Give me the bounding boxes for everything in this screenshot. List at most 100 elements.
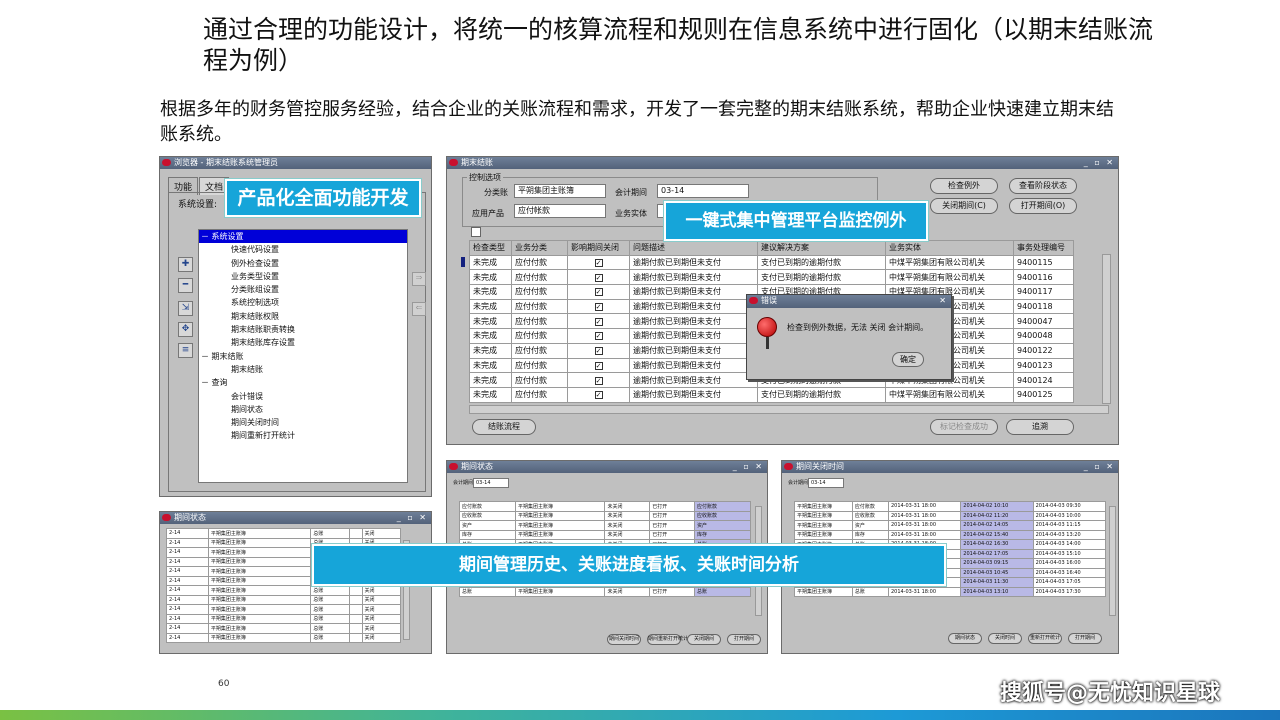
table-cell[interactable]: 应付付款 (511, 386, 568, 403)
table-cell[interactable]: 2014-04-03 16:40 (1032, 567, 1107, 578)
table-cell[interactable]: 逾期付款已到期但未支付 (629, 298, 758, 315)
table-cell[interactable]: 应付付款 (511, 357, 568, 374)
table-cell[interactable]: 平朔集团主账簿 (207, 604, 312, 615)
table-cell[interactable]: 9400118 (1013, 298, 1074, 315)
table-cell[interactable]: 应付付款 (511, 284, 568, 300)
table-cell[interactable]: 未关闭 (604, 520, 651, 531)
table-cell[interactable]: 未关闭 (604, 586, 651, 597)
table-cell[interactable]: 平朔集团主账簿 (207, 632, 312, 643)
table-cell[interactable]: 2-14 (166, 556, 209, 567)
table-cell[interactable]: 9400125 (1013, 386, 1074, 403)
table-cell[interactable]: 平朔集团主账簿 (794, 520, 853, 531)
table-cell[interactable]: 逾期付款已到期但未支付 (629, 284, 758, 300)
table-cell[interactable]: 2014-04-03 09:30 (1032, 501, 1107, 512)
table-cell[interactable]: 已打开 (649, 510, 695, 521)
checkbox-checked[interactable]: ✓ (594, 288, 603, 297)
impact-close-checkbox-cell[interactable]: ✓ (567, 298, 630, 315)
table-cell[interactable]: 2014-04-03 15:10 (1032, 548, 1107, 559)
table-cell[interactable]: 库存 (694, 529, 751, 540)
table-cell[interactable]: 2-14 (166, 594, 209, 605)
tree-node[interactable]: 期间状态 (199, 403, 407, 416)
table-cell[interactable]: 9400047 (1013, 313, 1074, 330)
table-cell[interactable]: 2014-04-03 13:20 (1032, 529, 1107, 540)
close-icon[interactable]: ✕ (939, 295, 948, 307)
table-cell[interactable]: 平朔集团主账簿 (794, 529, 853, 540)
impact-close-checkbox-cell[interactable]: ✓ (567, 328, 630, 344)
window-button[interactable]: 打开期间 (1068, 633, 1102, 644)
table-cell[interactable]: 2014-03-31 18:00 (887, 586, 962, 597)
table-cell[interactable]: 应付账款 (694, 501, 751, 512)
table-cell[interactable]: 未完成 (469, 254, 512, 271)
table-cell[interactable]: 逾期付款已到期但未支付 (629, 328, 758, 344)
table-row[interactable]: 总账平朔集团主账簿未关闭已打开总账 (459, 586, 751, 597)
close-time-scrollbar[interactable] (1109, 506, 1116, 616)
table-cell[interactable]: 未完成 (469, 342, 512, 359)
impact-close-checkbox-cell[interactable]: ✓ (567, 269, 630, 286)
table-cell[interactable]: 已打开 (649, 586, 695, 597)
error-dialog-title-bar[interactable]: 错误 ✕ (747, 295, 951, 308)
table-cell[interactable]: 平朔集团主账簿 (514, 520, 606, 531)
checkbox-checked[interactable]: ✓ (594, 361, 603, 370)
table-cell[interactable]: 2014-04-03 10:45 (960, 567, 1034, 578)
table-row[interactable]: 2-14平朔集团主账簿总账关闭 (166, 585, 402, 596)
table-cell[interactable]: 逾期付款已到期但未支付 (629, 313, 758, 330)
table-cell[interactable]: 平朔集团主账簿 (207, 537, 312, 548)
table-cell[interactable]: 资产 (851, 520, 889, 531)
impact-close-checkbox-cell[interactable]: ✓ (567, 357, 630, 374)
tree-node[interactable]: 分类账组设置 (199, 283, 407, 296)
window-button[interactable]: 打开期间 (727, 634, 761, 645)
window-button[interactable]: 期间关闭时间 (607, 634, 641, 645)
table-cell[interactable]: 平朔集团主账簿 (794, 501, 853, 512)
table-cell[interactable]: 2014-04-03 10:00 (1032, 510, 1107, 521)
table-cell[interactable]: 未完成 (469, 313, 512, 330)
history-title-bar[interactable]: 期间状态 _ ▫ ✕ (160, 512, 431, 524)
add-to-top-button[interactable]: ⇒ (412, 272, 426, 286)
table-cell[interactable]: 已打开 (649, 501, 695, 512)
table-row[interactable]: 2-14平朔集团主账簿总账关闭 (166, 604, 402, 615)
table-cell[interactable]: 平朔集团主账簿 (794, 510, 853, 521)
table-row[interactable]: 资产 平朔集团主账簿 未关闭 已打开 资产 (459, 520, 751, 531)
table-cell[interactable]: 应付付款 (511, 298, 568, 315)
table-cell[interactable]: 支付已到期的逾期付款 (757, 269, 886, 286)
table-cell[interactable]: 逾期付款已到期但未支付 (629, 342, 758, 359)
table-cell[interactable]: 关闭 (361, 613, 402, 624)
table-cell[interactable]: 平朔集团主账簿 (514, 501, 606, 512)
period-close-title-bar[interactable]: 期末结账 _ ▫ ✕ (447, 157, 1118, 169)
impact-close-checkbox-cell[interactable]: ✓ (567, 372, 630, 388)
table-row[interactable]: 未完成应付付款 ✓ 逾期付款已到期但未支付支付已到期的逾期付款中煤平朔集团有限公司机… (469, 386, 1074, 403)
table-row[interactable]: 平朔集团主账簿 总账 2014-03-31 18:00 2014-04-03 13:1… (794, 586, 1107, 597)
table-cell[interactable]: 2-14 (166, 632, 209, 643)
table-cell[interactable]: 总账 (310, 585, 350, 596)
table-cell[interactable]: 平朔集团主账簿 (207, 594, 312, 605)
table-cell[interactable]: 2014-04-03 17:05 (1032, 577, 1107, 588)
table-cell[interactable]: 2014-04-03 14:00 (1032, 539, 1107, 550)
table-cell[interactable] (348, 632, 363, 643)
tree-node[interactable]: 例外检查设置 (199, 257, 407, 270)
table-row[interactable]: 未完成应付付款 ✓ 逾期付款已到期但未支付支付已到期的逾期付款中煤平朔集团有限公司机… (469, 269, 1074, 286)
table-cell[interactable]: 总账 (694, 586, 751, 597)
table-cell[interactable]: 支付已到期的逾期付款 (757, 386, 886, 403)
window-button[interactable]: 重新打开统计 (1028, 633, 1062, 644)
table-cell[interactable]: 9400123 (1013, 357, 1074, 374)
table-row[interactable]: 平朔集团主账簿 资产 2014-03-31 18:00 2014-04-02 14:0… (794, 520, 1107, 531)
table-cell[interactable]: 2014-03-31 18:00 (887, 501, 962, 512)
table-cell[interactable]: 平朔集团主账簿 (794, 586, 853, 597)
table-row[interactable]: 平朔集团主账簿 库存 2014-03-31 18:00 2014-04-02 15:4… (794, 529, 1107, 540)
table-row[interactable]: 应收账款 平朔集团主账簿 未关闭 已打开 应收账款 (459, 510, 751, 521)
progress-period-field[interactable]: 03-14 (473, 478, 509, 488)
table-cell[interactable]: 9400124 (1013, 372, 1074, 388)
table-cell[interactable]: 逾期付款已到期但未支付 (629, 254, 758, 271)
table-cell[interactable]: 9400122 (1013, 342, 1074, 359)
checkbox-checked[interactable]: ✓ (594, 332, 603, 341)
table-cell[interactable]: 应付账款 (459, 501, 516, 512)
table-cell[interactable]: 2014-04-02 15:40 (960, 529, 1034, 540)
table-cell[interactable]: 平朔集团主账簿 (207, 613, 312, 624)
remove-from-top-button[interactable]: ⇐ (412, 302, 426, 316)
table-cell[interactable]: 中煤平朔集团有限公司机关 (885, 386, 1014, 403)
time-period-field[interactable]: 03-14 (808, 478, 844, 488)
table-cell[interactable]: 2014-03-31 18:00 (887, 510, 962, 521)
table-row[interactable]: 2-14平朔集团主账簿总账关闭 (166, 613, 402, 624)
table-cell[interactable] (348, 594, 363, 605)
table-cell[interactable]: 关闭 (361, 623, 402, 634)
table-cell[interactable]: 关闭 (361, 604, 402, 615)
